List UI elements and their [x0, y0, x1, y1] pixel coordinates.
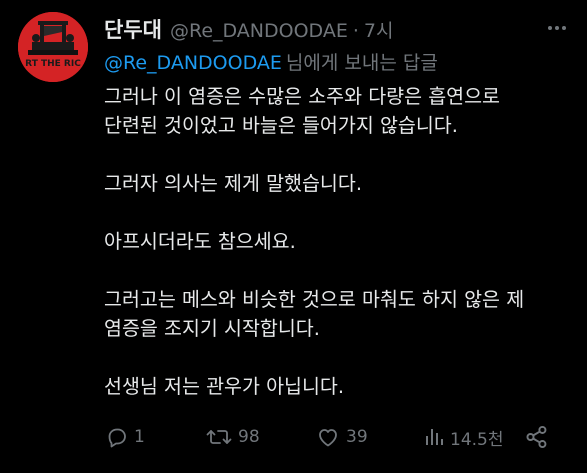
reply-button[interactable]: 1 — [104, 422, 145, 452]
tweet-line: 그러고는 메스와 비슷한 것으로 마춰도 하지 않은 제 — [104, 288, 525, 311]
action-bar: 1 98 39 14.5천 — [104, 422, 554, 452]
retweet-button[interactable]: 98 — [204, 422, 260, 452]
like-icon — [319, 429, 337, 447]
more-icon — [548, 26, 566, 30]
retweet-count: 98 — [238, 427, 260, 447]
views-icon — [426, 429, 443, 445]
reply-context: @Re_DANDOODAE 님에게 보내는 답글 — [104, 48, 438, 75]
timestamp[interactable]: 7시 — [364, 16, 394, 43]
tweet[interactable]: RT THE RIC 단두대 @Re_DANDOODAE · 7시 @Re_DA… — [0, 0, 587, 473]
tweet-line: 그러나 이 염증은 수많은 소주와 다량은 흡연으로 — [104, 85, 500, 108]
tweet-line: 염증을 조지기 시작합니다. — [104, 317, 320, 340]
tweet-line: 단련된 것이었고 바늘은 들어가지 않습니다. — [104, 114, 458, 137]
retweet-icon — [206, 430, 232, 444]
tweet-line: 아프시더라도 참으세요. — [104, 230, 296, 253]
tweet-header: 단두대 @Re_DANDOODAE · 7시 — [104, 14, 393, 44]
more-button[interactable] — [545, 16, 569, 40]
tweet-line-blank — [104, 343, 574, 372]
view-count: 14.5천 — [450, 429, 504, 450]
separator-dot: · — [352, 20, 359, 42]
reply-icon — [108, 428, 126, 448]
reply-count: 1 — [134, 427, 145, 447]
tweet-text: 그러나 이 염증은 수많은 소주와 다량은 흡연으로 단련된 것이었고 바늘은 … — [104, 82, 574, 401]
share-icon — [526, 425, 547, 449]
avatar-image: RT THE RIC — [18, 12, 88, 82]
like-button[interactable]: 39 — [314, 422, 368, 452]
reply-suffix: 님에게 보내는 답글 — [285, 52, 438, 74]
tweet-line: 선생님 저는 관우가 아닙니다. — [104, 375, 345, 398]
views-button[interactable]: 14.5천 — [422, 422, 504, 452]
tweet-line-blank — [104, 198, 574, 227]
avatar-text: RT THE RIC — [25, 59, 81, 69]
display-name[interactable]: 단두대 — [104, 14, 162, 44]
avatar[interactable]: RT THE RIC — [18, 12, 88, 82]
user-handle[interactable]: @Re_DANDOODAE — [170, 20, 348, 42]
reply-mention-link[interactable]: @Re_DANDOODAE — [104, 52, 282, 74]
like-count: 39 — [346, 427, 368, 447]
tweet-line: 그러자 의사는 제게 말했습니다. — [104, 172, 363, 195]
tweet-line-blank — [104, 140, 574, 169]
share-button[interactable] — [524, 422, 554, 452]
tweet-line-blank — [104, 256, 574, 285]
